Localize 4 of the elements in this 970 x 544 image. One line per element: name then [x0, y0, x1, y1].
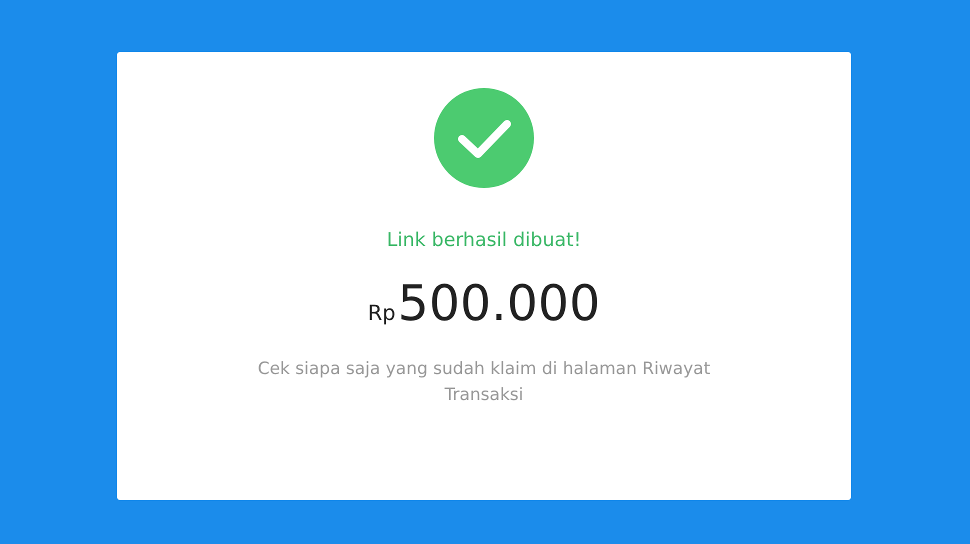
- description-text: Cek siapa saja yang sudah klaim di halaman Riwayat Transaksi: [256, 358, 712, 407]
- amount-value: 500.000: [398, 275, 600, 332]
- currency-label: Rp: [368, 301, 396, 325]
- success-message: Link berhasil dibuat!: [386, 229, 582, 251]
